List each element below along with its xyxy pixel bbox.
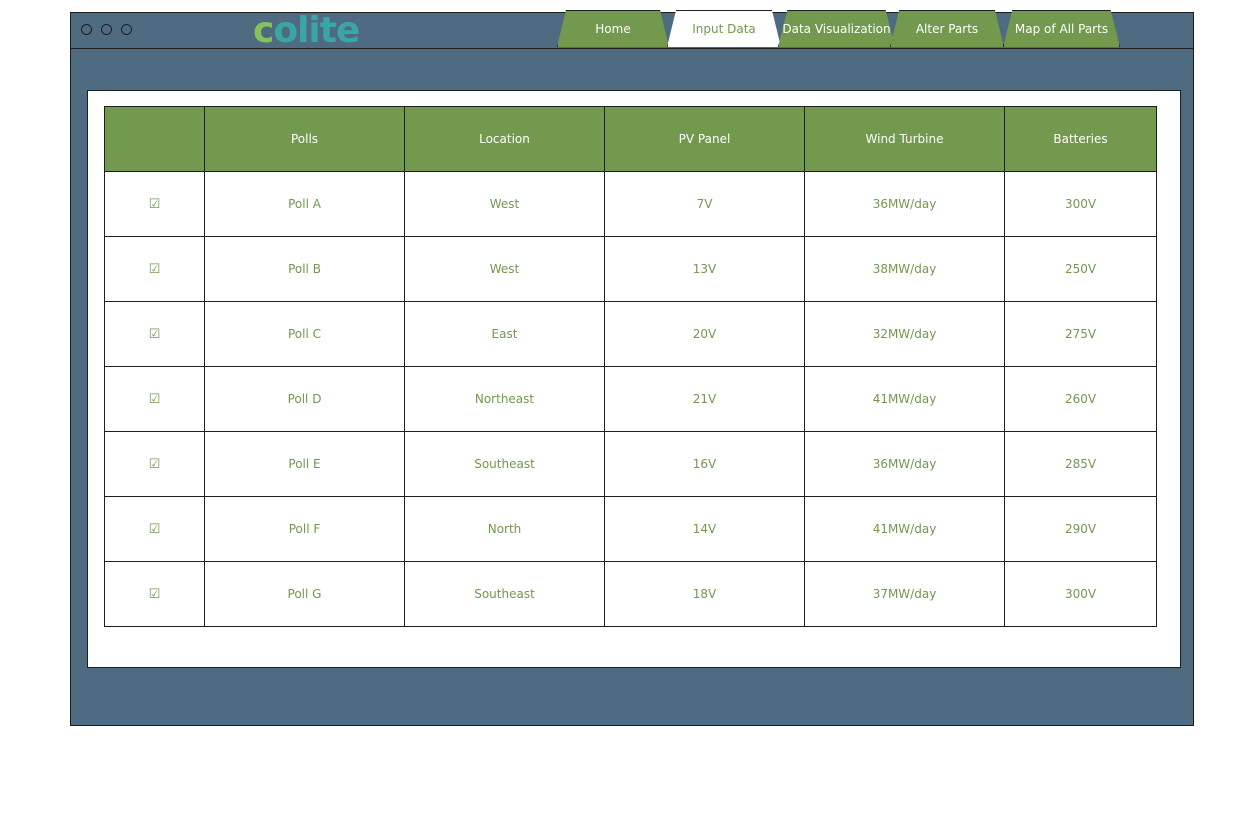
checkbox-checked-icon[interactable]: ☑	[149, 522, 161, 537]
table-header-row: Polls Location PV Panel Wind Turbine Bat…	[104, 106, 1157, 172]
cell-batteries: 250V	[1004, 236, 1157, 302]
window-minimize-icon[interactable]	[101, 24, 112, 35]
header-polls: Polls	[204, 106, 405, 172]
cell-location: Southeast	[404, 561, 605, 627]
cell-poll: Poll A	[204, 171, 405, 237]
row-select-cell: ☑	[104, 496, 205, 562]
cell-location: East	[404, 301, 605, 367]
tab-label: Alter Parts	[915, 22, 979, 36]
table-row: ☑ Poll F North 14V 41MW/day 290V	[104, 496, 1157, 562]
header-location: Location	[404, 106, 605, 172]
cell-pv: 16V	[604, 431, 805, 497]
tab-label: Home	[595, 22, 631, 36]
content-panel: Polls Location PV Panel Wind Turbine Bat…	[87, 90, 1181, 668]
table-row: ☑ Poll C East 20V 32MW/day 275V	[104, 301, 1157, 367]
checkbox-checked-icon[interactable]: ☑	[149, 392, 161, 407]
checkbox-checked-icon[interactable]: ☑	[149, 197, 161, 212]
checkbox-checked-icon[interactable]: ☑	[149, 587, 161, 602]
cell-batteries: 260V	[1004, 366, 1157, 432]
tab-input-data[interactable]: Input Data	[667, 10, 781, 47]
header-pv-panel: PV Panel	[604, 106, 805, 172]
title-bar: colite Home Input Data Data Visualizatio…	[71, 10, 1193, 51]
cell-pv: 7V	[604, 171, 805, 237]
cell-poll: Poll D	[204, 366, 405, 432]
tab-label: Data Visualization	[782, 22, 891, 36]
cell-poll: Poll E	[204, 431, 405, 497]
cell-pv: 14V	[604, 496, 805, 562]
cell-wind: 32MW/day	[804, 301, 1005, 367]
row-select-cell: ☑	[104, 561, 205, 627]
header-batteries: Batteries	[1004, 106, 1157, 172]
cell-poll: Poll G	[204, 561, 405, 627]
cell-pv: 18V	[604, 561, 805, 627]
cell-location: North	[404, 496, 605, 562]
cell-wind: 37MW/day	[804, 561, 1005, 627]
tab-alter-parts[interactable]: Alter Parts	[890, 10, 1004, 47]
tab-data-visualization[interactable]: Data Visualization	[778, 10, 895, 47]
tab-label: Input Data	[692, 22, 756, 36]
app-window: colite Home Input Data Data Visualizatio…	[70, 10, 1194, 726]
table-row: ☑ Poll G Southeast 18V 37MW/day 300V	[104, 561, 1157, 627]
poll-data-table: Polls Location PV Panel Wind Turbine Bat…	[104, 106, 1157, 627]
window-maximize-icon[interactable]	[121, 24, 132, 35]
header-wind-turbine: Wind Turbine	[804, 106, 1005, 172]
row-select-cell: ☑	[104, 301, 205, 367]
cell-batteries: 300V	[1004, 561, 1157, 627]
cell-location: West	[404, 171, 605, 237]
row-select-cell: ☑	[104, 236, 205, 302]
cell-batteries: 300V	[1004, 171, 1157, 237]
checkbox-checked-icon[interactable]: ☑	[149, 262, 161, 277]
checkbox-checked-icon[interactable]: ☑	[149, 327, 161, 342]
window-close-icon[interactable]	[81, 24, 92, 35]
cell-batteries: 285V	[1004, 431, 1157, 497]
cell-poll: Poll F	[204, 496, 405, 562]
cell-wind: 38MW/day	[804, 236, 1005, 302]
row-select-cell: ☑	[104, 366, 205, 432]
row-select-cell: ☑	[104, 171, 205, 237]
cell-wind: 36MW/day	[804, 171, 1005, 237]
cell-wind: 41MW/day	[804, 496, 1005, 562]
logo-text: olite	[273, 10, 360, 51]
tab-label: Map of All Parts	[1014, 22, 1109, 36]
logo-letter-c: c	[253, 10, 274, 51]
cell-wind: 41MW/day	[804, 366, 1005, 432]
checkbox-checked-icon[interactable]: ☑	[149, 457, 161, 472]
cell-pv: 21V	[604, 366, 805, 432]
table-row: ☑ Poll D Northeast 21V 41MW/day 260V	[104, 366, 1157, 432]
table-row: ☑ Poll A West 7V 36MW/day 300V	[104, 171, 1157, 237]
cell-location: West	[404, 236, 605, 302]
cell-pv: 20V	[604, 301, 805, 367]
cell-poll: Poll C	[204, 301, 405, 367]
cell-location: Southeast	[404, 431, 605, 497]
app-logo: colite	[253, 10, 360, 51]
cell-location: Northeast	[404, 366, 605, 432]
cell-batteries: 290V	[1004, 496, 1157, 562]
header-select	[104, 106, 205, 172]
row-select-cell: ☑	[104, 431, 205, 497]
cell-pv: 13V	[604, 236, 805, 302]
cell-batteries: 275V	[1004, 301, 1157, 367]
tab-map-of-all-parts[interactable]: Map of All Parts	[1003, 10, 1120, 47]
tab-home[interactable]: Home	[557, 10, 669, 47]
cell-poll: Poll B	[204, 236, 405, 302]
table-row: ☑ Poll E Southeast 16V 36MW/day 285V	[104, 431, 1157, 497]
cell-wind: 36MW/day	[804, 431, 1005, 497]
table-row: ☑ Poll B West 13V 38MW/day 250V	[104, 236, 1157, 302]
